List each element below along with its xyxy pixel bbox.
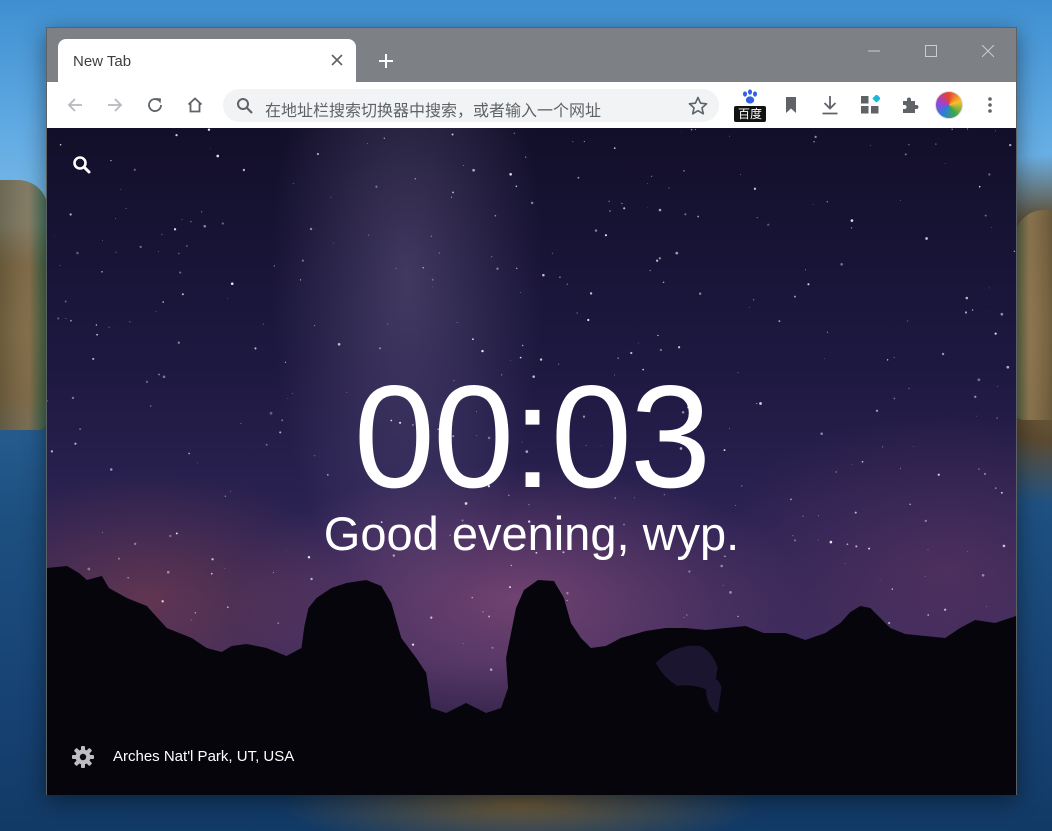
clock-time: 00:03: [353, 355, 711, 518]
gear-icon[interactable]: [71, 745, 95, 769]
paw-icon: [743, 89, 757, 104]
browser-toolbar: 在地址栏搜索切换器中搜索，或者输入一个网址 百度: [47, 82, 1016, 128]
more-vertical-icon[interactable]: [975, 90, 1005, 120]
greeting-text: Good evening, wyp.: [323, 507, 740, 560]
close-icon[interactable]: [327, 50, 347, 70]
address-bar[interactable]: 在地址栏搜索切换器中搜索，或者输入一个网址: [223, 89, 719, 122]
baidu-extension-label: 百度: [734, 106, 766, 122]
new-tab-page: 00:03 Good evening, wyp. Arches Nat'l Pa…: [47, 128, 1016, 795]
desktop-wallpaper-cliff-right: [1014, 210, 1052, 420]
forward-arrow-icon[interactable]: [100, 90, 130, 120]
home-icon[interactable]: [180, 90, 210, 120]
title-bar: New Tab: [47, 28, 1016, 82]
tab-new-tab[interactable]: New Tab: [58, 39, 356, 82]
reload-icon[interactable]: [140, 90, 170, 120]
address-bar-placeholder: 在地址栏搜索切换器中搜索，或者输入一个网址: [265, 103, 602, 120]
bookmark-icon[interactable]: [776, 90, 806, 120]
desktop-wallpaper-cliff-left: [0, 180, 48, 430]
puzzle-icon[interactable]: [895, 90, 925, 120]
maximize-icon[interactable]: [908, 36, 954, 66]
plus-icon[interactable]: [373, 48, 399, 74]
search-icon[interactable]: [71, 154, 93, 176]
back-arrow-icon[interactable]: [60, 90, 90, 120]
tab-title: New Tab: [73, 53, 132, 70]
download-icon[interactable]: [815, 90, 845, 120]
star-icon[interactable]: [687, 95, 709, 117]
photo-location[interactable]: Arches Nat'l Park, UT, USA: [113, 748, 294, 765]
close-window-icon[interactable]: [965, 36, 1011, 66]
apps-icon[interactable]: [855, 90, 885, 120]
baidu-extension-button[interactable]: 百度: [733, 88, 767, 124]
minimize-icon[interactable]: [851, 36, 897, 66]
profile-avatar[interactable]: [935, 91, 963, 119]
search-icon: [235, 96, 255, 116]
browser-window: New Tab 在地址栏搜索切换器中搜索，或者输入一个网址 百度 00:03 G…: [46, 27, 1017, 795]
